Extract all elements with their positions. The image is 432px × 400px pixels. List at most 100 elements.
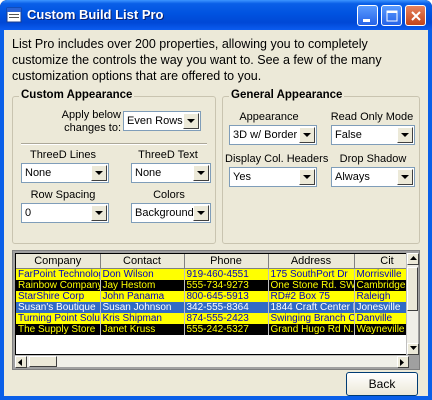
- table-row[interactable]: The Supply Store Janet Kruss 555-242-5327 G…: [16, 323, 408, 335]
- colors-combo[interactable]: Background: [131, 203, 211, 223]
- display-headers-combo[interactable]: Yes: [229, 167, 317, 187]
- display-headers-dropdown-button[interactable]: [299, 169, 315, 185]
- list-table: Company Contact Phone Address Cit FarPoi…: [16, 254, 408, 335]
- scroll-up-button[interactable]: [407, 253, 419, 265]
- table-cell: Jonesville: [354, 301, 408, 313]
- window-title: Custom Build List Pro: [27, 7, 164, 22]
- main-window: Custom Build List Pro List Pro includes …: [0, 0, 432, 400]
- close-icon: [411, 11, 421, 21]
- column-header[interactable]: Address: [268, 254, 355, 269]
- maximize-button[interactable]: [381, 5, 402, 26]
- table-cell: 342-555-8364: [184, 301, 269, 313]
- chevron-down-icon: [401, 175, 409, 179]
- table-cell: Jay Hestom: [100, 279, 185, 291]
- table-cell: FarPoint Technolog: [16, 268, 101, 280]
- table-cell: Cambridge: [354, 279, 408, 291]
- table-row[interactable]: Rainbow Company Jay Hestom 555-734-9273 One…: [16, 279, 408, 291]
- column-header[interactable]: Company: [16, 254, 101, 269]
- read-only-combo[interactable]: False: [331, 125, 415, 145]
- table-cell: RD#2 Box 75: [268, 290, 355, 302]
- back-button[interactable]: Back: [346, 372, 418, 396]
- intro-text: List Pro includes over 200 properties, a…: [12, 37, 382, 83]
- threed-lines-combo[interactable]: None: [21, 163, 109, 183]
- table-row[interactable]: StarShire Corp John Panama 800-645-5913 RD#…: [16, 290, 408, 302]
- table-cell: 919-460-4551: [184, 268, 269, 280]
- row-spacing-value: 0: [25, 207, 32, 219]
- horizontal-scrollbar[interactable]: [15, 355, 409, 368]
- drop-shadow-dropdown-button[interactable]: [397, 169, 413, 185]
- appearance-combo[interactable]: 3D w/ Border: [229, 125, 317, 145]
- close-button[interactable]: [405, 5, 426, 26]
- scroll-down-button[interactable]: [407, 343, 419, 355]
- drop-shadow-label: Drop Shadow: [339, 153, 407, 165]
- custom-appearance-title: Custom Appearance: [19, 89, 135, 101]
- vertical-scrollbar[interactable]: [406, 253, 419, 355]
- minimize-button[interactable]: [357, 5, 378, 26]
- read-only-value: False: [335, 129, 362, 141]
- apply-to-value: Even Rows: [127, 115, 183, 127]
- row-spacing-combo[interactable]: 0: [21, 203, 109, 223]
- list-body: FarPoint Technolog Don Wilson 919-460-4551…: [16, 268, 408, 335]
- app-icon: [6, 7, 22, 23]
- table-cell: Susan Johnson: [100, 301, 185, 313]
- table-cell: Janet Kruss: [100, 323, 185, 335]
- row-spacing-label: Row Spacing: [30, 189, 96, 201]
- drop-shadow-value: Always: [335, 171, 370, 183]
- table-cell: Susan's Boutique: [16, 301, 101, 313]
- row-spacing-dropdown-button[interactable]: [91, 205, 107, 221]
- table-cell: Turning Point Soluti: [16, 312, 101, 324]
- list-grid[interactable]: Company Contact Phone Address Cit FarPoi…: [15, 253, 409, 355]
- group-divider: [21, 143, 207, 145]
- table-cell: Danville: [354, 312, 408, 324]
- table-cell: Raleigh: [354, 290, 408, 302]
- appearance-dropdown-button[interactable]: [299, 127, 315, 143]
- title-bar[interactable]: Custom Build List Pro: [0, 0, 432, 30]
- scroll-right-icon: [400, 359, 404, 366]
- scroll-left-icon: [18, 359, 22, 366]
- chevron-down-icon: [303, 133, 311, 137]
- apply-to-combo[interactable]: Even Rows: [123, 111, 201, 131]
- scroll-down-icon: [410, 346, 417, 350]
- maximize-icon: [386, 10, 398, 22]
- threed-lines-value: None: [25, 167, 52, 179]
- column-header[interactable]: Phone: [184, 254, 269, 269]
- threed-text-value: None: [135, 167, 162, 179]
- table-cell: Kris Shipman: [100, 312, 185, 324]
- table-cell: Rainbow Company: [16, 279, 101, 291]
- column-header[interactable]: Cit: [354, 254, 408, 269]
- appearance-label: Appearance: [239, 111, 299, 123]
- table-cell: The Supply Store: [16, 323, 101, 335]
- table-row[interactable]: Susan's Boutique Susan Johnson 342-555-836…: [16, 301, 408, 313]
- threed-text-dropdown-button[interactable]: [193, 165, 209, 181]
- column-header[interactable]: Contact: [100, 254, 185, 269]
- apply-to-dropdown-button[interactable]: [183, 113, 199, 129]
- scroll-left-button[interactable]: [15, 356, 27, 368]
- table-row[interactable]: Turning Point Soluti Kris Shipman 874-555-…: [16, 312, 408, 324]
- minimize-icon: [363, 19, 370, 22]
- table-row[interactable]: FarPoint Technolog Don Wilson 919-460-4551…: [16, 268, 408, 280]
- vertical-scroll-thumb[interactable]: [407, 267, 418, 311]
- custom-appearance-group: Custom Appearance Apply below changes to…: [12, 89, 216, 244]
- table-cell: 1844 Craft Center L: [268, 301, 355, 313]
- threed-text-combo[interactable]: None: [131, 163, 211, 183]
- horizontal-scroll-thumb[interactable]: [29, 356, 57, 367]
- drop-shadow-combo[interactable]: Always: [331, 167, 415, 187]
- threed-lines-dropdown-button[interactable]: [91, 165, 107, 181]
- general-appearance-title: General Appearance: [229, 89, 345, 101]
- table-cell: Morrisville: [354, 268, 408, 280]
- chevron-down-icon: [197, 211, 205, 215]
- table-cell: StarShire Corp: [16, 290, 101, 302]
- table-cell: Grand Hugo Rd N.: [268, 323, 355, 335]
- read-only-dropdown-button[interactable]: [397, 127, 413, 143]
- threed-lines-label: ThreeD Lines: [29, 149, 97, 161]
- scroll-right-button[interactable]: [397, 356, 409, 368]
- colors-dropdown-button[interactable]: [193, 205, 209, 221]
- chevron-down-icon: [187, 119, 195, 123]
- general-appearance-group: General Appearance Appearance 3D w/ Bord…: [222, 89, 420, 244]
- threed-text-label: ThreeD Text: [138, 149, 198, 161]
- apply-label: Apply below changes to:: [61, 109, 121, 134]
- table-cell: 800-645-5913: [184, 290, 269, 302]
- sample-list[interactable]: Company Contact Phone Address Cit FarPoi…: [12, 250, 420, 370]
- table-cell: Wayneville: [354, 323, 408, 335]
- chevron-down-icon: [95, 211, 103, 215]
